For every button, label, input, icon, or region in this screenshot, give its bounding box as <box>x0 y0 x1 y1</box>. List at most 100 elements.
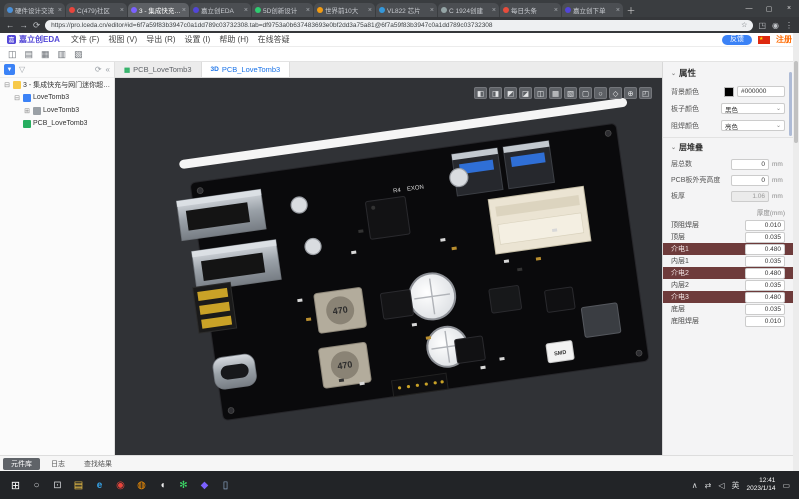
color-swatch[interactable] <box>724 87 734 97</box>
project-tree-item[interactable]: ⊟ LoveTomb3 <box>0 91 114 104</box>
china-flag-icon[interactable]: ★ <box>758 36 770 44</box>
volume-icon[interactable]: ◁ <box>718 481 724 490</box>
forward-icon[interactable]: → <box>20 20 29 30</box>
browser-tab[interactable]: 硬件设计交流 × <box>4 3 65 17</box>
stack-field-input[interactable]: 0 <box>731 159 769 170</box>
menu-item[interactable]: 设置 (I) <box>185 34 211 45</box>
scrollbar-thumb[interactable] <box>794 61 798 143</box>
wechat-icon[interactable]: ✻ <box>173 474 194 496</box>
maximize-button[interactable]: ▢ <box>759 0 779 17</box>
browser-tab[interactable]: 嘉立创EDA × <box>190 3 251 17</box>
tab-close-icon[interactable]: × <box>554 7 558 14</box>
new-file-icon[interactable]: ◫ <box>8 49 17 60</box>
import-icon[interactable]: ▥ <box>58 49 67 60</box>
save-icon[interactable]: ▦ <box>41 49 50 60</box>
open-project-icon[interactable]: ▤ <box>25 49 34 60</box>
pcb-3d-viewport[interactable]: 470 470 <box>115 78 662 455</box>
tab-close-icon[interactable]: × <box>492 7 496 14</box>
layer-thickness-input[interactable]: 0.035 <box>745 232 785 243</box>
bottom-tab[interactable]: 元件库 <box>3 458 40 470</box>
funnel-icon[interactable]: ▽ <box>19 65 25 74</box>
tab-close-icon[interactable]: × <box>120 7 124 14</box>
notepad-icon[interactable]: ▯ <box>215 474 236 496</box>
reload-icon[interactable]: ⟳ <box>33 20 40 31</box>
bookmark-star-icon[interactable]: ☆ <box>741 21 747 29</box>
ime-indicator[interactable]: 英 <box>732 480 740 491</box>
clock[interactable]: 12:41 2023/1/14 <box>747 477 776 493</box>
url-bar[interactable]: https://pro.lceda.cn/editor#id=6f7a59f83… <box>45 20 753 31</box>
stackup-layer-row[interactable]: 内层2 0.035 <box>663 279 793 291</box>
layer-thickness-input[interactable]: 0.035 <box>745 304 785 315</box>
stackup-layer-row[interactable]: 介电1 0.480 <box>663 243 793 255</box>
extensions-icon[interactable]: ◳ <box>758 21 766 30</box>
chrome-icon[interactable]: ◉ <box>110 474 131 496</box>
menu-item[interactable]: 在线答疑 <box>258 34 290 45</box>
menu-item[interactable]: 导出 (R) <box>146 34 175 45</box>
network-icon[interactable]: ⇄ <box>705 481 712 490</box>
new-tab-button[interactable]: ＋ <box>624 3 638 17</box>
register-link[interactable]: 注册 <box>776 34 792 45</box>
layer-thickness-input[interactable]: 0.010 <box>745 316 785 327</box>
firefox-icon[interactable]: ◍ <box>131 474 152 496</box>
filter-icon[interactable]: ▼ <box>4 64 15 75</box>
browser-tab[interactable]: 世界前10大 × <box>314 3 375 17</box>
layer-thickness-input[interactable]: 0.035 <box>745 256 785 267</box>
menu-item[interactable]: 帮助 (H) <box>219 34 248 45</box>
layer-thickness-input[interactable]: 0.035 <box>745 280 785 291</box>
fullscreen-icon[interactable]: ◰ <box>639 87 652 99</box>
stackup-layer-row[interactable]: 介电2 0.480 <box>663 267 793 279</box>
stack-field-input[interactable]: 1.06 <box>731 191 769 202</box>
back-icon[interactable]: ← <box>6 20 15 30</box>
view-left-icon[interactable]: ◩ <box>504 87 517 99</box>
board-color-select[interactable]: 黑色 ⌄ <box>721 103 785 114</box>
zoom-fit-icon[interactable]: ⊕ <box>624 87 637 99</box>
tab-close-icon[interactable]: × <box>368 7 372 14</box>
tree-expander-icon[interactable]: ⊟ <box>3 81 11 89</box>
menu-item[interactable]: 视图 (V) <box>108 34 137 45</box>
layer-thickness-input[interactable]: 0.480 <box>745 244 785 255</box>
stackup-layer-row[interactable]: 底阻焊层 0.010 <box>663 315 793 327</box>
browser-tab[interactable]: 嘉立创下单 × <box>562 3 623 17</box>
tray-chevron-icon[interactable]: ∧ <box>692 481 698 490</box>
collapse-panel-icon[interactable]: « <box>106 65 110 74</box>
tree-expander-icon[interactable]: ⊞ <box>23 107 31 115</box>
project-tree-item[interactable]: ⊞ LoveTomb3 <box>0 104 114 117</box>
browser-menu-icon[interactable]: ⋮ <box>785 21 793 30</box>
browser-tab[interactable]: 5D创新设计 × <box>252 3 313 17</box>
project-tree-item[interactable]: PCB_LoveTomb3 <box>0 117 114 130</box>
stackup-layer-row[interactable]: 顶层 0.035 <box>663 231 793 243</box>
page-scrollbar[interactable] <box>793 33 799 471</box>
bottom-tab[interactable]: 查找结果 <box>76 458 120 470</box>
orbit-icon[interactable]: ○ <box>594 87 607 99</box>
feedback-button[interactable]: 反馈 <box>722 35 752 45</box>
panel-scrollbar[interactable] <box>789 72 792 136</box>
layer-thickness-input[interactable]: 0.010 <box>745 220 785 231</box>
browser-tab[interactable]: 3 - 集成快充… × <box>128 3 189 17</box>
brand[interactable]: 嘉 嘉立创EDA <box>7 34 60 45</box>
notification-center-icon[interactable]: ▭ <box>782 481 790 490</box>
layer-thickness-input[interactable]: 0.480 <box>745 268 785 279</box>
edge-icon[interactable]: e <box>89 474 110 496</box>
minimize-button[interactable]: — <box>739 0 759 17</box>
tab-close-icon[interactable]: × <box>616 7 620 14</box>
view-iso-icon[interactable]: ▧ <box>564 87 577 99</box>
qq-icon[interactable]: ◖ <box>152 474 173 496</box>
layer-thickness-input[interactable]: 0.480 <box>745 292 785 303</box>
projection-icon[interactable]: ▢ <box>579 87 592 99</box>
browser-tab[interactable]: C(479)社区 × <box>66 3 127 17</box>
bottom-tab[interactable]: 日志 <box>43 458 73 470</box>
search-button[interactable]: ○ <box>26 474 47 496</box>
background-color-input[interactable]: #000000 <box>737 86 785 97</box>
profile-icon[interactable]: ◉ <box>772 21 779 30</box>
tab-close-icon[interactable]: × <box>182 7 186 14</box>
pan-icon[interactable]: ◇ <box>609 87 622 99</box>
file-explorer-icon[interactable]: ▤ <box>68 474 89 496</box>
export-icon[interactable]: ▧ <box>74 49 83 60</box>
layer-stack-header[interactable]: ⌄ 层堆叠 <box>663 137 793 156</box>
mask-color-select[interactable]: 亮色 ⌄ <box>721 120 785 131</box>
view-back-icon[interactable]: ◨ <box>489 87 502 99</box>
stackup-layer-row[interactable]: 内层1 0.035 <box>663 255 793 267</box>
close-button[interactable]: × <box>779 0 799 17</box>
editor-tab[interactable]: 3D PCB_LoveTomb3 <box>202 62 291 77</box>
stack-field-input[interactable]: 0 <box>731 175 769 186</box>
